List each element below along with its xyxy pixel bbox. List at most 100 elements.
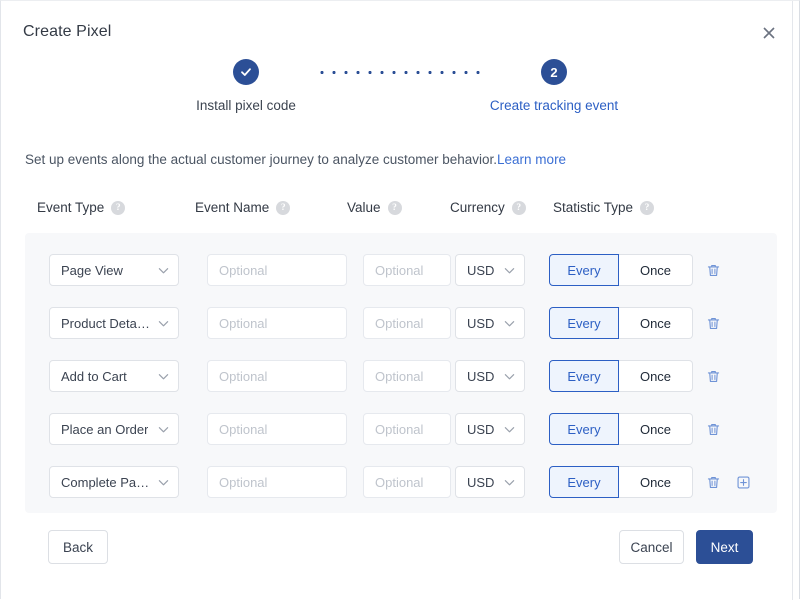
- event-name-value-4: Optional: [219, 475, 267, 490]
- help-icon-value[interactable]: ?: [388, 201, 402, 215]
- currency-value-2: USD: [467, 369, 494, 384]
- column-header-event-type: Event Type ?: [37, 200, 125, 215]
- table-row: Add to Cart Optional Optional USD EveryOnce: [25, 360, 777, 392]
- trash-icon[interactable]: [704, 254, 722, 286]
- close-icon[interactable]: [759, 23, 779, 43]
- help-icon-event-type[interactable]: ?: [111, 201, 125, 215]
- statistic-type-every-2[interactable]: Every: [549, 360, 619, 392]
- table-row: Complete Pay... Optional Optional USD EveryO…: [25, 466, 777, 498]
- help-icon-event-name[interactable]: ?: [276, 201, 290, 215]
- currency-value-3: USD: [467, 422, 494, 437]
- currency-value-0: USD: [467, 263, 494, 278]
- back-button[interactable]: Back: [48, 530, 108, 564]
- step-1-circle: [233, 59, 259, 85]
- event-name-input-3[interactable]: Optional: [207, 413, 347, 445]
- event-type-select-0[interactable]: Page View: [49, 254, 179, 286]
- event-type-select-2[interactable]: Add to Cart: [49, 360, 179, 392]
- value-value-4: Optional: [375, 475, 423, 490]
- statistic-type-once-1[interactable]: Once: [619, 307, 693, 339]
- table-row: Product Detail... Optional Optional USD Ever…: [25, 307, 777, 339]
- window-edge: [792, 1, 793, 600]
- event-type-value-2: Add to Cart: [61, 369, 127, 384]
- currency-select-0[interactable]: USD: [455, 254, 525, 286]
- event-name-input-1[interactable]: Optional: [207, 307, 347, 339]
- table-row: Place an Order Optional Optional USD EveryOn…: [25, 413, 777, 445]
- statistic-type-every-1[interactable]: Every: [549, 307, 619, 339]
- event-name-value-3: Optional: [219, 422, 267, 437]
- statistic-type-toggle-4: EveryOnce: [549, 466, 693, 498]
- currency-select-3[interactable]: USD: [455, 413, 525, 445]
- statistic-type-once-0[interactable]: Once: [619, 254, 693, 286]
- statistic-type-every-3[interactable]: Every: [549, 413, 619, 445]
- page-title: Create Pixel: [23, 23, 111, 41]
- value-input-3[interactable]: Optional: [363, 413, 451, 445]
- column-header-currency: Currency ?: [450, 200, 526, 215]
- column-header-currency-label: Currency: [450, 200, 505, 215]
- help-icon-statistic-type[interactable]: ?: [640, 201, 654, 215]
- value-input-2[interactable]: Optional: [363, 360, 451, 392]
- create-pixel-dialog: Create Pixel Install pixel code 2 Create…: [0, 0, 800, 599]
- next-button[interactable]: Next: [696, 530, 753, 564]
- column-header-statistic-type-label: Statistic Type: [553, 200, 633, 215]
- event-table: Page ViewOptionalOptionalUSDEveryOncePro…: [25, 233, 777, 513]
- statistic-type-once-4[interactable]: Once: [619, 466, 693, 498]
- value-value-1: Optional: [375, 316, 423, 331]
- currency-select-2[interactable]: USD: [455, 360, 525, 392]
- learn-more-link[interactable]: Learn more: [497, 152, 566, 167]
- add-row-icon[interactable]: [734, 466, 752, 498]
- cancel-button[interactable]: Cancel: [619, 530, 684, 564]
- value-input-4[interactable]: Optional: [363, 466, 451, 498]
- column-header-value: Value ?: [347, 200, 402, 215]
- currency-select-1[interactable]: USD: [455, 307, 525, 339]
- trash-icon[interactable]: [704, 466, 722, 498]
- statistic-type-every-4[interactable]: Every: [549, 466, 619, 498]
- currency-select-4[interactable]: USD: [455, 466, 525, 498]
- value-value-3: Optional: [375, 422, 423, 437]
- stepper: Install pixel code 2 Create tracking eve…: [1, 59, 799, 113]
- step-install-pixel-code[interactable]: Install pixel code: [176, 59, 316, 113]
- step-2-circle: 2: [541, 59, 567, 85]
- statistic-type-every-0[interactable]: Every: [549, 254, 619, 286]
- statistic-type-once-2[interactable]: Once: [619, 360, 693, 392]
- event-name-value-1: Optional: [219, 316, 267, 331]
- trash-icon[interactable]: [704, 307, 722, 339]
- currency-value-4: USD: [467, 475, 494, 490]
- value-input-0[interactable]: Optional: [363, 254, 451, 286]
- column-header-value-label: Value: [347, 200, 381, 215]
- event-name-input-2[interactable]: Optional: [207, 360, 347, 392]
- trash-icon[interactable]: [704, 360, 722, 392]
- column-header-event-name-label: Event Name: [195, 200, 269, 215]
- event-type-select-1[interactable]: Product Detail...: [49, 307, 179, 339]
- statistic-type-toggle-3: EveryOnce: [549, 413, 693, 445]
- description-text: Set up events along the actual customer …: [25, 152, 497, 167]
- help-icon-currency[interactable]: ?: [512, 201, 526, 215]
- event-name-value-2: Optional: [219, 369, 267, 384]
- column-header-event-name: Event Name ?: [195, 200, 290, 215]
- event-name-value-0: Optional: [219, 263, 267, 278]
- description: Set up events along the actual customer …: [25, 152, 566, 167]
- currency-value-1: USD: [467, 316, 494, 331]
- stepper-connector: [316, 71, 484, 74]
- event-type-value-1: Product Detail...: [61, 316, 152, 331]
- event-type-value-4: Complete Pay...: [61, 475, 152, 490]
- statistic-type-once-3[interactable]: Once: [619, 413, 693, 445]
- statistic-type-toggle-1: EveryOnce: [549, 307, 693, 339]
- trash-icon[interactable]: [704, 413, 722, 445]
- column-header-event-type-label: Event Type: [37, 200, 104, 215]
- step-1-label: Install pixel code: [196, 98, 296, 113]
- value-input-1[interactable]: Optional: [363, 307, 451, 339]
- event-type-select-4[interactable]: Complete Pay...: [49, 466, 179, 498]
- event-type-select-3[interactable]: Place an Order: [49, 413, 179, 445]
- step-2-label: Create tracking event: [490, 98, 618, 113]
- event-type-value-3: Place an Order: [61, 422, 148, 437]
- statistic-type-toggle-0: EveryOnce: [549, 254, 693, 286]
- event-name-input-0[interactable]: Optional: [207, 254, 347, 286]
- event-type-value-0: Page View: [61, 263, 123, 278]
- table-row: Page View Optional Optional USD EveryOnce: [25, 254, 777, 286]
- value-value-0: Optional: [375, 263, 423, 278]
- event-name-input-4[interactable]: Optional: [207, 466, 347, 498]
- column-header-statistic-type: Statistic Type ?: [553, 200, 654, 215]
- value-value-2: Optional: [375, 369, 423, 384]
- statistic-type-toggle-2: EveryOnce: [549, 360, 693, 392]
- step-create-tracking-event[interactable]: 2 Create tracking event: [484, 59, 624, 113]
